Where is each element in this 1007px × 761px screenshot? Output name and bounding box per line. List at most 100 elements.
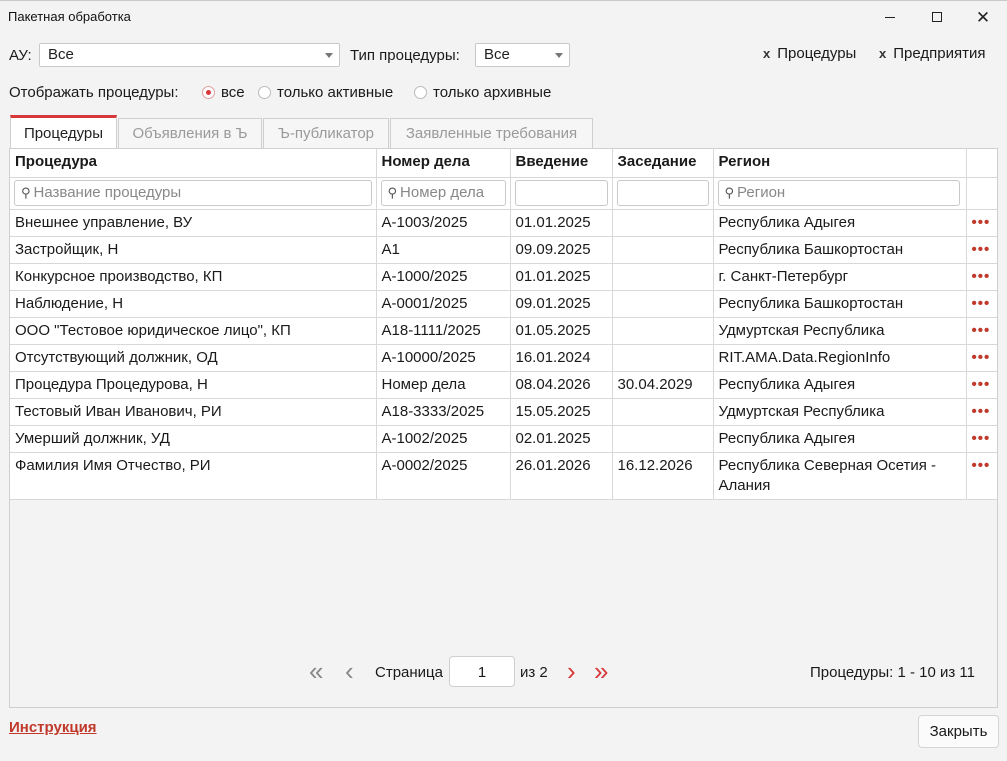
cell-case-number: А-1002/2025: [376, 425, 511, 453]
cell-hearing: [612, 263, 714, 291]
column-header-actions: [966, 149, 997, 178]
cell-hearing: [612, 290, 714, 318]
cell-hearing: [612, 236, 714, 264]
column-header-case-number[interactable]: Номер дела: [376, 149, 511, 178]
table-row[interactable]: Процедура Процедурова, Н Номер дела 08.04.…: [10, 371, 997, 399]
radio-active-label: только активные: [277, 84, 394, 101]
hearing-filter-input[interactable]: [616, 179, 709, 206]
region-filter-placeholder: Регион: [737, 184, 786, 201]
maximize-button[interactable]: [914, 1, 960, 33]
row-actions-icon[interactable]: •••: [966, 263, 997, 291]
cell-procedure: Умерший должник, УД: [10, 425, 377, 453]
table-row[interactable]: Фамилия Имя Отчество, РИ А-0002/2025 26.01…: [10, 452, 997, 500]
cell-introduction: 01.01.2025: [510, 209, 613, 237]
table-header-row: Процедура Номер дела Введение Заседание …: [10, 149, 997, 178]
row-actions-icon[interactable]: •••: [966, 452, 997, 500]
radio-archive[interactable]: только архивные: [414, 84, 551, 101]
prev-page-button[interactable]: ‹: [345, 658, 354, 684]
table-row[interactable]: Конкурсное производство, КП А-1000/2025 01…: [10, 263, 997, 291]
cell-introduction: 26.01.2026: [510, 452, 613, 500]
row-actions-icon[interactable]: •••: [966, 344, 997, 372]
minimize-button[interactable]: [867, 1, 913, 33]
tab-publisher[interactable]: Ъ-публикатор: [263, 118, 389, 148]
maximize-icon: [932, 12, 942, 22]
row-actions-icon[interactable]: •••: [966, 425, 997, 453]
title-bar: Пакетная обработка ✕: [0, 0, 1007, 32]
au-select[interactable]: Все: [39, 43, 340, 67]
row-actions-icon[interactable]: •••: [966, 371, 997, 399]
window-title: Пакетная обработка: [8, 9, 131, 24]
close-icon: ✕: [975, 7, 991, 27]
search-icon: ⚲: [21, 184, 31, 200]
last-page-button[interactable]: »: [594, 658, 608, 684]
cell-introduction: 15.05.2025: [510, 398, 613, 426]
first-page-button[interactable]: «: [309, 658, 323, 684]
next-page-button[interactable]: ›: [567, 658, 576, 684]
cell-region: Республика Адыгея: [713, 371, 967, 399]
cell-region: Удмуртская Республика: [713, 317, 967, 345]
row-actions-icon[interactable]: •••: [966, 209, 997, 237]
tab-claims[interactable]: Заявленные требования: [390, 118, 593, 148]
tab-procedures[interactable]: Процедуры: [10, 115, 117, 148]
introduction-filter-input[interactable]: [514, 179, 608, 206]
cell-case-number: А-10000/2025: [376, 344, 511, 372]
cell-procedure: ООО "Тестовое юридическое лицо", КП: [10, 317, 377, 345]
cell-procedure: Конкурсное производство, КП: [10, 263, 377, 291]
show-procedures-label: Отображать процедуры:: [9, 84, 179, 101]
case-filter-input[interactable]: ⚲ Номер дела: [380, 179, 506, 206]
cell-procedure: Застройщик, Н: [10, 236, 377, 264]
table-row[interactable]: ООО "Тестовое юридическое лицо", КП А18-1…: [10, 317, 997, 345]
cell-introduction: 02.01.2025: [510, 425, 613, 453]
tab-announcements[interactable]: Объявления в Ъ: [118, 118, 262, 148]
chip-enterprises-label: Предприятия: [893, 45, 986, 62]
row-actions-icon[interactable]: •••: [966, 236, 997, 264]
column-header-hearing[interactable]: Заседание: [612, 149, 714, 178]
cell-hearing: [612, 209, 714, 237]
cell-procedure: Фамилия Имя Отчество, РИ: [10, 452, 377, 500]
row-actions-icon[interactable]: •••: [966, 317, 997, 345]
cell-hearing: 30.04.2029: [612, 371, 714, 399]
table-row[interactable]: Внешнее управление, ВУ А-1003/2025 01.01.2…: [10, 209, 997, 237]
cell-introduction: 09.09.2025: [510, 236, 613, 264]
radio-archive-label: только архивные: [433, 84, 552, 101]
row-actions-icon[interactable]: •••: [966, 290, 997, 318]
page-total: из 2: [520, 664, 548, 681]
table-row[interactable]: Застройщик, Н А1 09.09.2025 Республика Башк…: [10, 236, 997, 264]
table-row[interactable]: Тестовый Иван Иванович, РИ А18-3333/2025 1…: [10, 398, 997, 426]
radio-checked-icon: [202, 86, 215, 99]
au-select-value: Все: [48, 46, 74, 63]
chevron-down-icon: [555, 53, 563, 58]
radio-active[interactable]: только активные: [258, 84, 393, 101]
cell-region: Республика Башкортостан: [713, 290, 967, 318]
page-number-input[interactable]: 1: [449, 656, 515, 687]
cell-case-number: А-0001/2025: [376, 290, 511, 318]
instruction-link[interactable]: Инструкция: [9, 719, 97, 736]
cell-region: RIT.AMA.Data.RegionInfo: [713, 344, 967, 372]
procedure-filter-placeholder: Название процедуры: [33, 184, 182, 201]
cell-region: г. Санкт-Петербург: [713, 263, 967, 291]
procedure-filter-input[interactable]: ⚲ Название процедуры: [14, 179, 372, 206]
column-header-introduction[interactable]: Введение: [510, 149, 613, 178]
close-button[interactable]: Закрыть: [918, 715, 999, 748]
chevron-down-icon: [325, 53, 333, 58]
cell-hearing: [612, 398, 714, 426]
remove-chip-icon[interactable]: x: [879, 46, 886, 61]
cell-case-number: А18-3333/2025: [376, 398, 511, 426]
close-window-button[interactable]: ✕: [960, 1, 1006, 33]
procedure-type-select[interactable]: Все: [475, 43, 570, 67]
cell-introduction: 01.01.2025: [510, 263, 613, 291]
table-row[interactable]: Умерший должник, УД А-1002/2025 02.01.2025…: [10, 425, 997, 453]
cell-procedure: Тестовый Иван Иванович, РИ: [10, 398, 377, 426]
radio-all[interactable]: все: [202, 84, 245, 101]
search-icon: ⚲: [387, 184, 398, 200]
column-header-region[interactable]: Регион: [713, 149, 967, 178]
table-row[interactable]: Отсутствующий должник, ОД А-10000/2025 16.…: [10, 344, 997, 372]
cell-procedure: Отсутствующий должник, ОД: [10, 344, 377, 372]
row-actions-icon[interactable]: •••: [966, 398, 997, 426]
region-filter-input[interactable]: ⚲ Регион: [717, 179, 960, 206]
column-header-procedure[interactable]: Процедура: [10, 149, 377, 178]
remove-chip-icon[interactable]: x: [763, 46, 770, 61]
case-filter-placeholder: Номер дела: [400, 184, 485, 201]
chip-procedures-label: Процедуры: [777, 45, 857, 62]
table-row[interactable]: Наблюдение, Н А-0001/2025 09.01.2025 Респуб…: [10, 290, 997, 318]
